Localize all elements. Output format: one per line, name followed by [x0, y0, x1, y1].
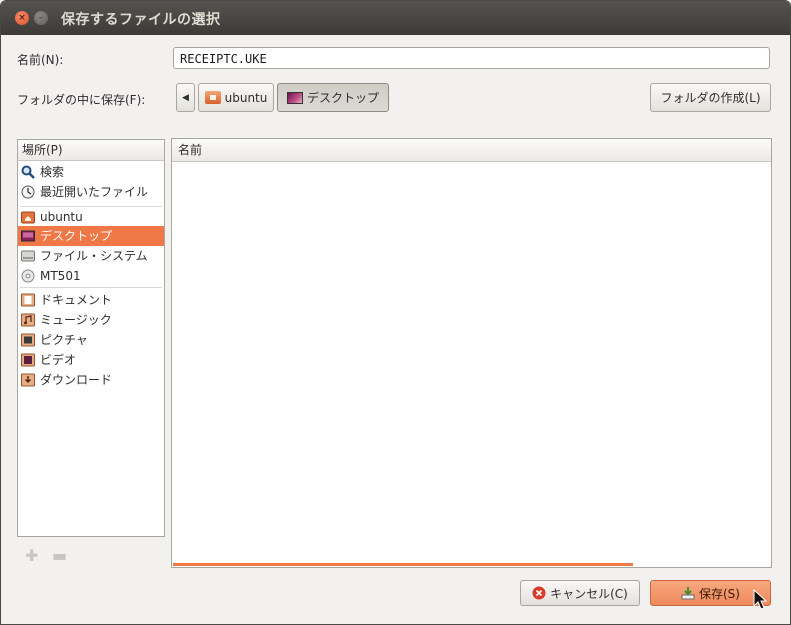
places-header: 場所(P) — [18, 140, 164, 161]
path-button-ubuntu[interactable]: ubuntu — [198, 83, 274, 112]
chevron-left-icon: ◀ — [182, 92, 189, 103]
place-item-label: ビデオ — [40, 353, 77, 367]
titlebar: × – 保存するファイルの選択 — [1, 1, 790, 35]
desktop-icon — [21, 230, 35, 242]
place-item-label: ピクチャ — [40, 333, 88, 347]
loading-progress-bar — [173, 563, 770, 566]
save-download-icon — [681, 587, 695, 600]
place-item-music[interactable]: ミュージック — [18, 310, 164, 330]
place-item-search[interactable]: 検索 — [18, 162, 164, 182]
place-item-label: ファイル・システム — [40, 249, 148, 263]
add-bookmark-button[interactable]: ✚ — [25, 546, 38, 565]
home-folder-icon — [21, 211, 35, 224]
path-button-label: デスクトップ — [306, 91, 379, 105]
pictures-folder-icon — [21, 333, 35, 347]
path-button-desktop[interactable]: デスクトップ — [277, 83, 389, 112]
place-item-filesystem[interactable]: ファイル・システム — [18, 246, 164, 266]
filename-input[interactable]: RECEIPTC.UKE — [173, 47, 770, 69]
downloads-folder-icon — [21, 373, 35, 387]
place-item-label: ダウンロード — [40, 373, 113, 387]
home-folder-icon — [204, 91, 221, 104]
cancel-icon — [532, 586, 546, 600]
documents-folder-icon — [21, 293, 35, 307]
create-folder-button[interactable]: フォルダの作成(L) — [650, 83, 771, 112]
place-item-videos[interactable]: ビデオ — [18, 350, 164, 370]
places-separator — [20, 287, 162, 288]
place-item-pictures[interactable]: ピクチャ — [18, 330, 164, 350]
place-item-desktop[interactable]: デスクトップ — [18, 226, 164, 246]
column-header-name[interactable]: 名前 — [172, 139, 771, 162]
place-item-label: ミュージック — [40, 313, 112, 327]
drive-icon — [21, 250, 35, 262]
close-window-button[interactable]: × — [15, 11, 29, 25]
place-item-label: 検索 — [40, 165, 65, 179]
path-back-button[interactable]: ◀ — [176, 83, 195, 112]
path-button-label: ubuntu — [224, 90, 268, 105]
mouse-pointer-icon — [753, 589, 768, 610]
place-item-label: 最近開いたファイル — [40, 185, 149, 199]
place-item-label: ubuntu — [40, 210, 83, 224]
search-icon — [21, 165, 35, 179]
place-item-downloads[interactable]: ダウンロード — [18, 370, 164, 390]
place-item-ubuntu[interactable]: ubuntu — [18, 207, 164, 227]
music-folder-icon — [21, 313, 35, 327]
place-item-label: ドキュメント — [40, 293, 113, 307]
name-label: 名前(N): — [17, 53, 64, 67]
place-item-documents[interactable]: ドキュメント — [18, 290, 164, 310]
remove-bookmark-button[interactable]: ▬ — [52, 546, 67, 565]
place-item-mt501[interactable]: MT501 — [18, 266, 164, 286]
file-list: 名前 — [171, 138, 772, 568]
place-item-label: デスクトップ — [40, 229, 113, 243]
recent-icon — [21, 185, 35, 199]
place-item-label: MT501 — [40, 269, 81, 283]
cancel-button-label: キャンセル(C) — [550, 586, 628, 601]
disc-icon — [21, 269, 35, 283]
minimize-window-button[interactable]: – — [34, 11, 48, 25]
places-panel: 場所(P) 検索 最近開いたファイル ubuntu デスクトップ ファイル・シス… — [17, 139, 165, 537]
save-file-dialog: × – 保存するファイルの選択 名前(N): RECEIPTC.UKE フォルダ… — [0, 0, 791, 625]
loading-progress-fill — [173, 563, 633, 566]
save-button-label: 保存(S) — [699, 586, 740, 601]
cancel-button[interactable]: キャンセル(C) — [520, 580, 640, 606]
place-item-recent[interactable]: 最近開いたファイル — [18, 182, 164, 202]
videos-folder-icon — [21, 353, 35, 367]
desktop-icon — [286, 91, 303, 104]
folder-label: フォルダの中に保存(F): — [17, 93, 146, 107]
window-title: 保存するファイルの選択 — [61, 12, 221, 28]
